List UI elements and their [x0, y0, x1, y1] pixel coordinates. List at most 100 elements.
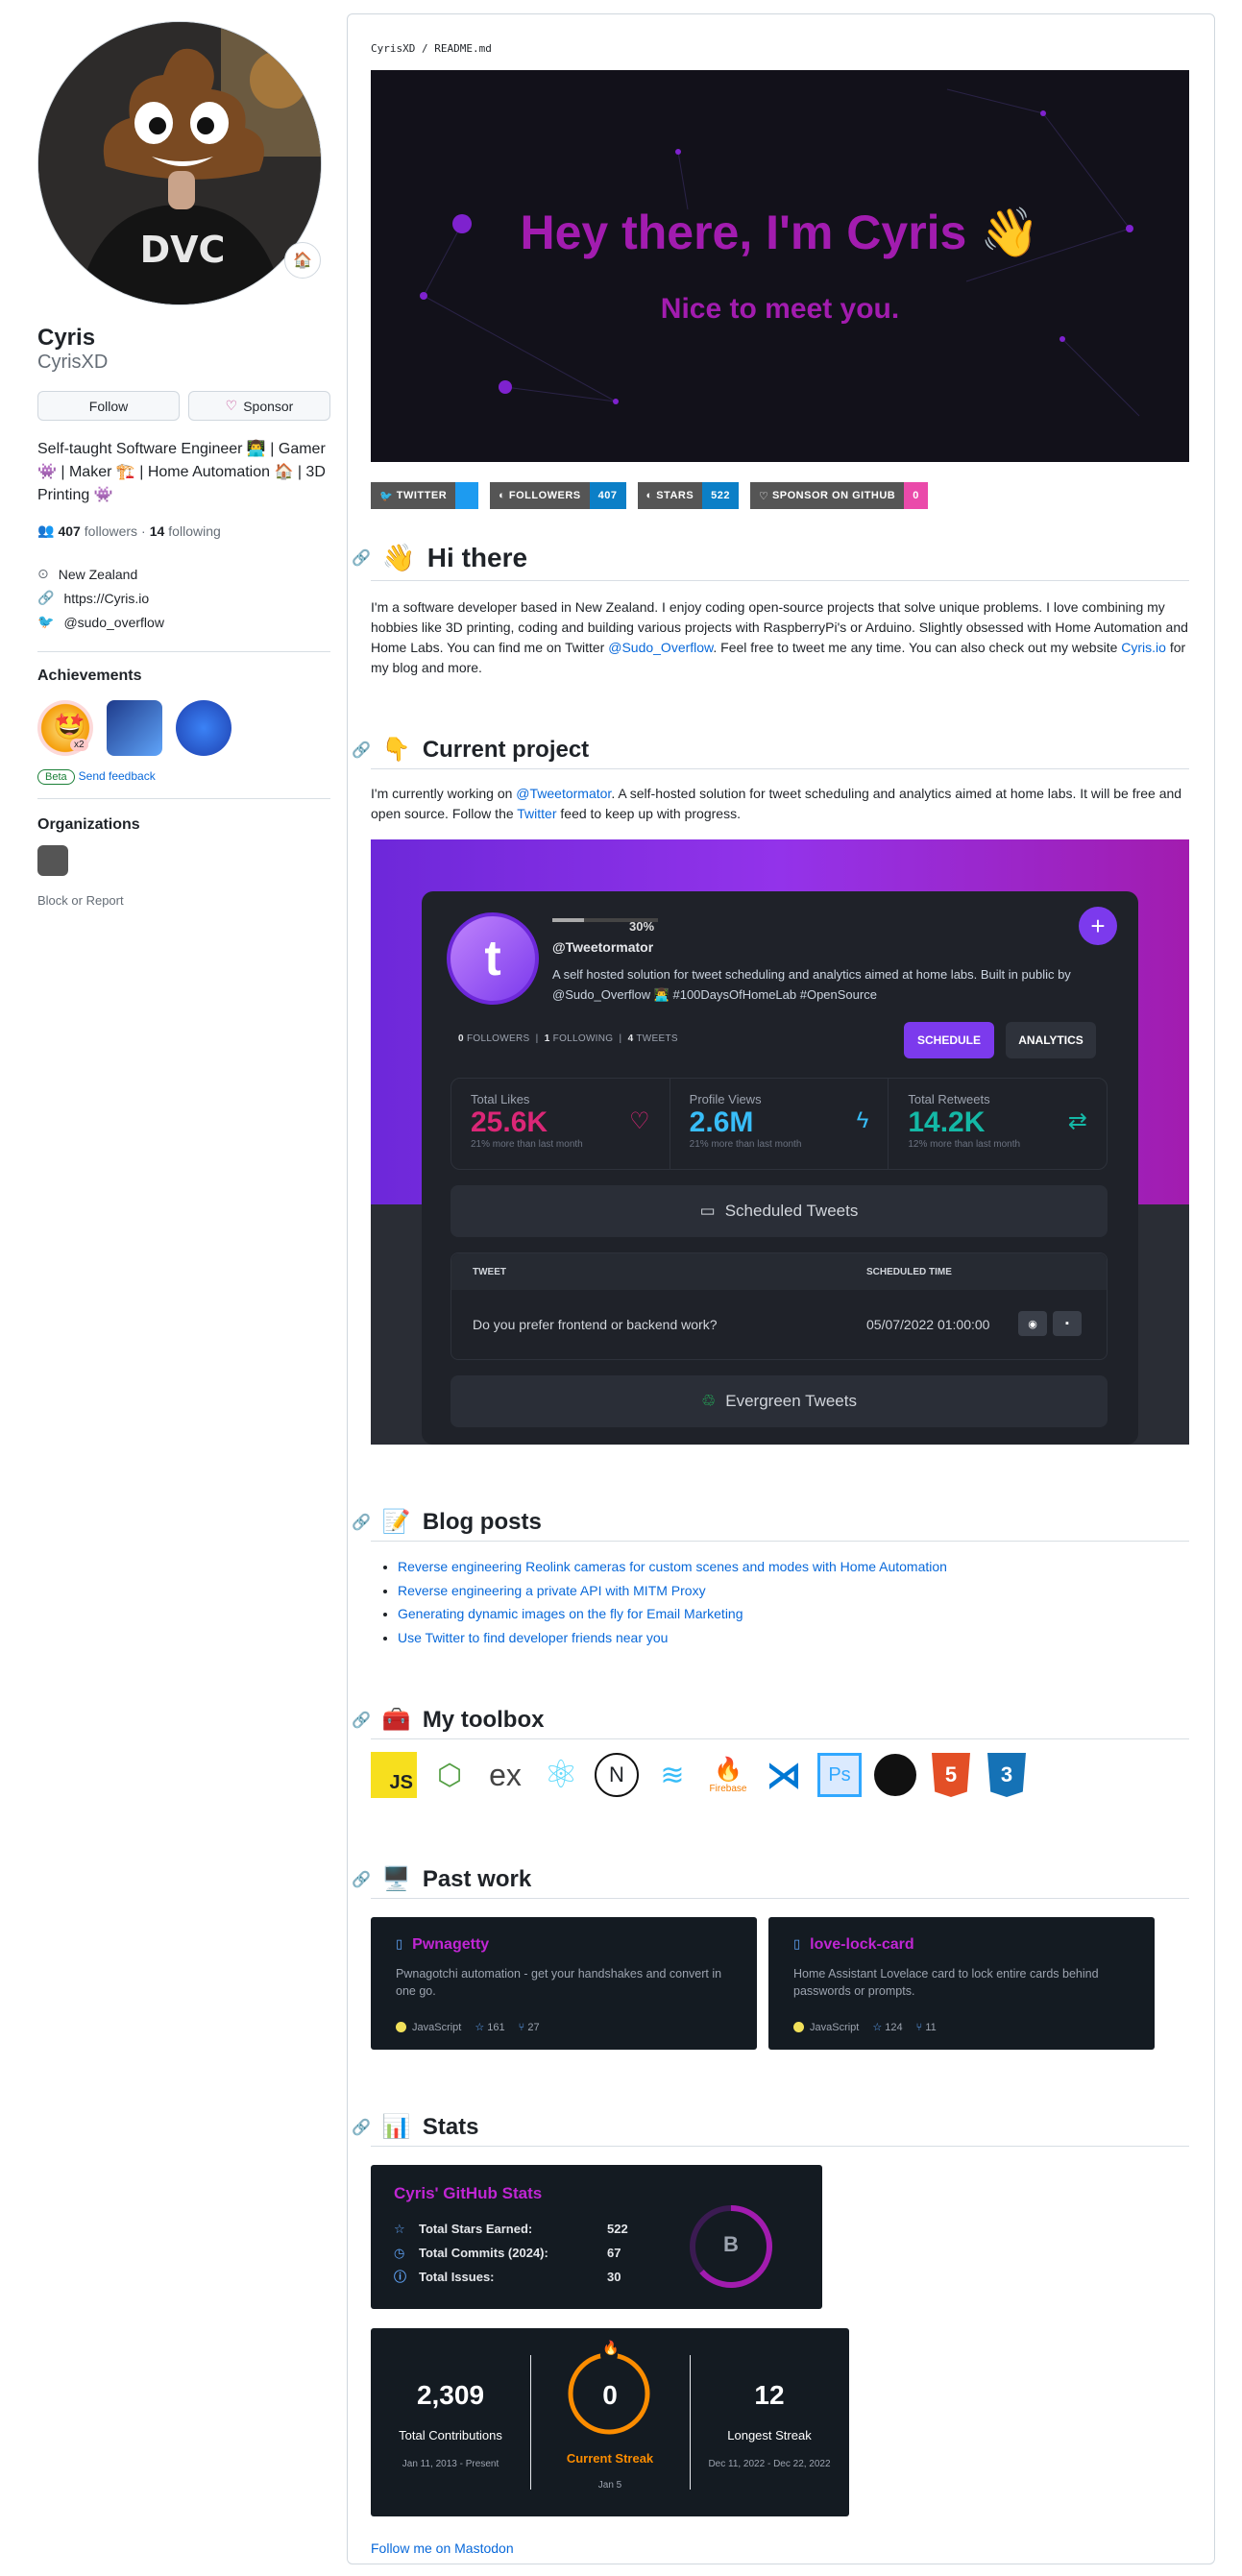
current-range: Jan 5 — [597, 2480, 622, 2491]
sponsor-shield[interactable]: ♡ SPONSOR ON GITHUB 0 — [750, 482, 928, 509]
status-emoji[interactable]: 🏠 — [284, 242, 321, 279]
stat-retweets: Total Retweets 14.2K 12% more than last … — [889, 1079, 1107, 1169]
repo-card[interactable]: ▯ Pwnagetty Pwnagotchi automation - get y… — [371, 1917, 757, 2050]
gh-stat-label: Total Commits (2024): — [419, 2246, 548, 2260]
current-label: Current Streak — [566, 2451, 654, 2466]
nextjs-icon: N — [594, 1752, 640, 1798]
followers-shield[interactable]: ◐ FOLLOWERS 407 — [490, 482, 626, 509]
nextjs-glyph: N — [595, 1753, 639, 1797]
total-range: Jan 11, 2013 - Present — [402, 2459, 499, 2469]
hi-title: Hi there — [426, 542, 528, 572]
blog-list: Reverse engineering Reolink cameras for … — [371, 1555, 947, 1649]
repo-card[interactable]: ▯ love-lock-card Home Assistant Lovelace … — [768, 1917, 1155, 2050]
block-report-link[interactable]: Block or Report — [37, 893, 330, 908]
divider — [37, 651, 330, 652]
gh-stat-label: Total Issues: — [419, 2270, 495, 2284]
followers-label[interactable]: followers — [85, 523, 137, 539]
organization-avatar[interactable] — [37, 845, 68, 876]
sponsor-button[interactable]: ♡ Sponsor — [188, 391, 330, 421]
row-time: 05/07/2022 01:00:00 — [866, 1317, 990, 1332]
achievement-badge[interactable] — [107, 700, 162, 756]
scheduled-tweets-button[interactable]: ▭ Scheduled Tweets — [451, 1185, 1108, 1237]
github-stats-card: Cyris' GitHub Stats ☆ Total Stars Earned:… — [371, 2165, 822, 2309]
total-label: Total Contributions — [399, 2428, 502, 2442]
achievement-badge[interactable] — [176, 700, 231, 756]
divider — [37, 798, 330, 799]
banner-particles — [420, 88, 1140, 417]
tw-following: 1 — [544, 1033, 550, 1044]
avatar[interactable]: DVC — [37, 21, 322, 305]
ps-glyph: Ps — [817, 1753, 862, 1797]
website-link[interactable]: Cyris.io — [1121, 640, 1166, 655]
stat-value: 14.2K — [908, 1106, 986, 1138]
readme-banner: Hey there, I'm Cyris 👋 Nice to meet you. — [371, 70, 1189, 462]
blog-post-link[interactable]: Reverse engineering Reolink cameras for … — [398, 1559, 947, 1574]
mastodon-link[interactable]: Follow me on Mastodon — [371, 2540, 514, 2556]
stat-views: Profile Views 2.6M 21% more than last mo… — [670, 1079, 889, 1169]
stats-row: Total Likes 25.6K 21% more than last mon… — [451, 1078, 1108, 1170]
breadcrumb[interactable]: CyrisXD / README.md — [371, 42, 492, 55]
current-project-heading: 🔗 👇 Current project — [352, 736, 589, 764]
wave-emoji: 👋 — [381, 543, 416, 572]
shield-label: STARS — [656, 490, 694, 501]
view-icon[interactable]: ◉ — [1018, 1311, 1047, 1336]
twitter-handle-link[interactable]: @Sudo_Overflow — [608, 640, 713, 655]
divider — [371, 580, 1189, 581]
schedule-button[interactable]: SCHEDULE — [904, 1022, 994, 1058]
blog-post-link[interactable]: Use Twitter to find developer friends ne… — [398, 1630, 668, 1645]
tw-counts: 0 FOLLOWERS | 1 FOLLOWING | 4 TWEETS — [458, 1033, 678, 1044]
anchor-link-icon[interactable]: 🔗 — [352, 1870, 371, 1889]
separator: · — [141, 522, 146, 539]
repo-name: Pwnagetty — [412, 1936, 490, 1953]
follow-label: Follow — [88, 398, 129, 414]
achievement-badge[interactable]: 🤩 x2 — [37, 700, 93, 756]
streak-card: 2,309 Total Contributions Jan 11, 2013 -… — [371, 2328, 849, 2516]
current-project-title: Current project — [422, 736, 590, 763]
anchor-link-icon[interactable]: 🔗 — [352, 548, 371, 568]
blog-post-link[interactable]: Generating dynamic images on the fly for… — [398, 1606, 743, 1621]
achievements-title[interactable]: Achievements — [37, 668, 330, 685]
add-button[interactable]: + — [1079, 907, 1117, 945]
list-item: Reverse engineering a private API with M… — [398, 1579, 947, 1603]
divider — [530, 2355, 531, 2490]
github-glyph — [874, 1754, 916, 1796]
computer-emoji: 🖥️ — [381, 1866, 411, 1892]
beta-badge: Beta — [37, 769, 75, 785]
stats-title: Stats — [422, 2113, 479, 2140]
scheduled-label: Scheduled Tweets — [724, 1202, 859, 1220]
profile-login: CyrisXD — [37, 352, 109, 373]
twitter-shield[interactable]: 🐦 TWITTER — [371, 482, 479, 509]
twitter-feed-link[interactable]: Twitter — [517, 806, 556, 821]
heart-icon: ♡ — [225, 398, 238, 413]
anchor-link-icon[interactable]: 🔗 — [352, 1711, 371, 1730]
flame-icon: 🔥 — [602, 2340, 620, 2355]
evergreen-tweets-button[interactable]: ♲ Evergreen Tweets — [451, 1375, 1108, 1427]
longest-streak: 12 — [754, 2380, 785, 2410]
twitter-link[interactable]: @sudo_overflow — [63, 615, 164, 630]
delete-icon[interactable]: ▪ — [1053, 1311, 1082, 1336]
analytics-button[interactable]: ANALYTICS — [1006, 1022, 1096, 1058]
following-label[interactable]: following — [168, 523, 220, 539]
follow-button[interactable]: Follow — [37, 391, 180, 421]
website-link[interactable]: https://Cyris.io — [63, 591, 149, 606]
toolbox-emoji: 🧰 — [381, 1707, 411, 1733]
tw-following-label: FOLLOWING — [552, 1033, 614, 1044]
repo-meta: JavaScript ☆ 161 ⑂ 27 — [396, 2021, 540, 2033]
tweetormator-link[interactable]: @Tweetormator — [516, 786, 611, 801]
send-feedback-link[interactable]: Send feedback — [79, 769, 156, 783]
repo-name: love-lock-card — [810, 1936, 914, 1953]
star-icon: ☆ — [872, 2022, 883, 2033]
gh-stats-title: Cyris' GitHub Stats — [394, 2184, 543, 2202]
current-project-paragraph: I'm currently working on @Tweetormator. … — [371, 784, 1189, 824]
divider — [371, 2146, 1189, 2147]
stars-shield[interactable]: ◐ STARS 522 — [637, 482, 740, 509]
anchor-link-icon[interactable]: 🔗 — [352, 1513, 371, 1532]
star-icon: ☆ — [475, 2022, 485, 2033]
followers-count[interactable]: 407 — [58, 523, 80, 539]
blog-post-link[interactable]: Reverse engineering a private API with M… — [398, 1583, 706, 1598]
blog-title: Blog posts — [422, 1508, 542, 1535]
anchor-link-icon[interactable]: 🔗 — [352, 741, 371, 760]
following-count[interactable]: 14 — [150, 523, 165, 539]
repo-lang: JavaScript — [810, 2021, 860, 2033]
anchor-link-icon[interactable]: 🔗 — [352, 2118, 371, 2137]
